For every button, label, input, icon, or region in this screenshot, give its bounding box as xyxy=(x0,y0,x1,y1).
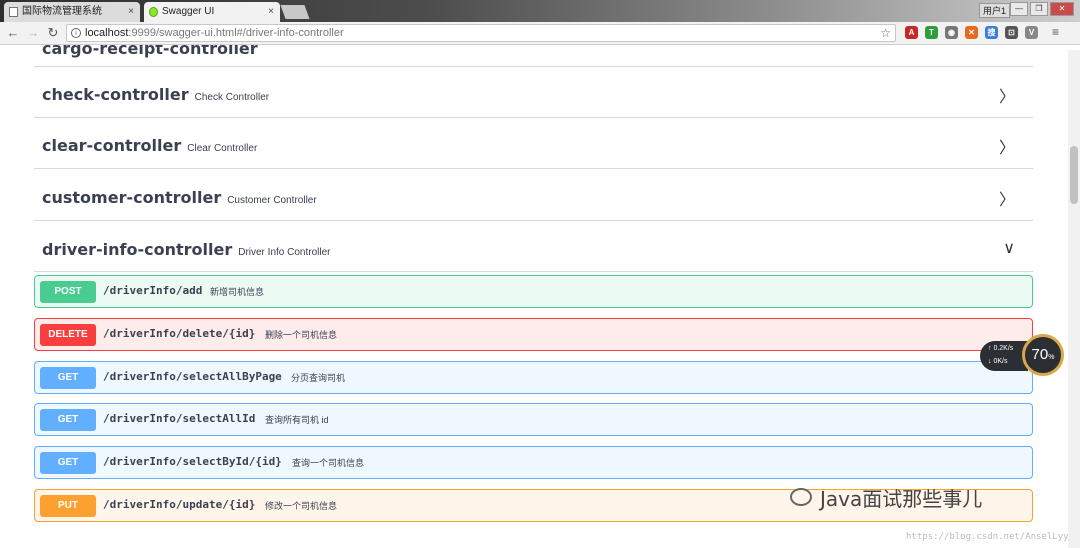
method-badge: GET xyxy=(40,452,96,474)
speed-gauge[interactable]: 70% xyxy=(1022,334,1064,376)
controller-desc: Driver Info Controller xyxy=(238,247,331,258)
back-button[interactable]: ← xyxy=(6,25,20,41)
new-tab-button[interactable] xyxy=(280,5,310,19)
tab-title: Swagger UI xyxy=(162,6,215,17)
controller-name: cargo-receipt-controller xyxy=(42,45,258,58)
operation-summary: 删除一个司机信息 xyxy=(265,330,338,340)
menu-icon[interactable]: ≡ xyxy=(1049,26,1062,39)
chevron-right-icon[interactable]: 〉 xyxy=(999,186,1015,210)
operation-path: /driverInfo/selectAllId xyxy=(103,412,256,425)
bookmark-star-icon[interactable]: ☆ xyxy=(880,25,891,41)
operation-path: /driverInfo/selectAllByPage xyxy=(103,370,282,383)
operation-get-select-by-id[interactable]: GET /driverInfo/selectById/{id} 查询一个司机信息 xyxy=(34,446,1033,479)
controller-clear[interactable]: clear-controller Clear Controller 〉 xyxy=(34,118,1033,169)
operation-get-select-all-by-page[interactable]: GET /driverInfo/selectAllByPage 分页查询司机 xyxy=(34,361,1033,394)
download-speed: ↓ 0K/s xyxy=(988,358,1008,365)
operation-summary: 查询一个司机信息 xyxy=(292,458,365,468)
browser-tab-bar: 国际物流管理系统 × Swagger UI × 用户1 — ❐ ✕ xyxy=(0,0,1080,22)
operation-summary: 查询所有司机 id xyxy=(265,415,329,425)
method-badge: POST xyxy=(40,281,96,303)
maximize-button[interactable]: ❐ xyxy=(1030,2,1048,16)
search-extension-icon[interactable]: 搜 xyxy=(985,26,998,39)
operation-summary: 新增司机信息 xyxy=(210,287,265,297)
controller-check[interactable]: check-controller Check Controller 〉 xyxy=(34,67,1033,118)
controller-desc: Customer Controller xyxy=(227,195,317,206)
screenshot-extension-icon[interactable]: ⊡ xyxy=(1005,26,1018,39)
circle-extension-icon[interactable]: ◉ xyxy=(945,26,958,39)
close-tab-icon[interactable]: × xyxy=(268,2,274,22)
wechat-icon xyxy=(790,488,812,506)
controller-driver-info[interactable]: driver-info-controller Driver Info Contro… xyxy=(34,221,1033,272)
watermark-url: https://blog.csdn.net/AnselLyy xyxy=(906,532,1069,542)
swagger-icon xyxy=(149,7,158,17)
operation-path: /driverInfo/selectById/{id} xyxy=(103,455,282,468)
url-host: localhost xyxy=(85,27,129,39)
vue-extension-icon[interactable]: V xyxy=(1025,26,1038,39)
operation-delete[interactable]: DELETE /driverInfo/delete/{id} 删除一个司机信息 xyxy=(34,318,1033,351)
info-icon[interactable]: i xyxy=(71,28,81,38)
blocker-extension-icon[interactable]: ✕ xyxy=(965,26,978,39)
chevron-down-icon[interactable]: ∨ xyxy=(1003,238,1015,258)
watermark-text: Java面试那些事儿 xyxy=(820,487,983,511)
operation-summary: 修改一个司机信息 xyxy=(265,501,338,511)
user-label[interactable]: 用户1 xyxy=(978,3,1010,18)
forward-button[interactable]: → xyxy=(26,25,40,41)
page-scrollbar[interactable] xyxy=(1068,50,1080,548)
operation-post-add[interactable]: POST /driverInfo/add 新增司机信息 xyxy=(34,275,1033,308)
tab-logistics[interactable]: 国际物流管理系统 × xyxy=(4,2,140,22)
controller-desc: Check Controller xyxy=(194,92,270,103)
url-path: :9999/swagger-ui.html#/driver-info-contr… xyxy=(128,27,344,39)
operation-path: /driverInfo/add xyxy=(103,284,203,297)
method-badge: DELETE xyxy=(40,324,96,346)
chevron-right-icon[interactable]: 〉 xyxy=(999,83,1015,107)
close-window-button[interactable]: ✕ xyxy=(1050,2,1074,16)
controller-customer[interactable]: customer-controller Customer Controller 〉 xyxy=(34,169,1033,221)
pdf-extension-icon[interactable]: A xyxy=(905,26,918,39)
method-badge: GET xyxy=(40,367,96,389)
minimize-button[interactable]: — xyxy=(1010,2,1028,16)
controller-desc: Clear Controller xyxy=(187,143,258,154)
close-tab-icon[interactable]: × xyxy=(128,2,134,22)
operation-path: /driverInfo/delete/{id} xyxy=(103,327,256,340)
controller-name: driver-info-controller xyxy=(42,240,233,259)
chevron-right-icon[interactable]: 〉 xyxy=(999,134,1015,158)
operation-get-select-all-id[interactable]: GET /driverInfo/selectAllId 查询所有司机 id xyxy=(34,403,1033,436)
gauge-percent: 70 xyxy=(1031,346,1049,363)
gauge-unit: % xyxy=(1048,354,1055,361)
window-controls: — ❐ ✕ xyxy=(1010,2,1074,16)
controller-cargo-receipt[interactable]: cargo-receipt-controller xyxy=(34,45,1033,67)
method-badge: PUT xyxy=(40,495,96,517)
operation-path: /driverInfo/update/{id} xyxy=(103,498,256,511)
network-speed-widget: ↑ 0.2K/s ↓ 0K/s xyxy=(980,341,1028,371)
browser-toolbar: ← → ↻ i localhost:9999/swagger-ui.html#/… xyxy=(0,22,1080,45)
swagger-page: cargo-receipt-controller check-controlle… xyxy=(0,45,1080,548)
scroll-thumb[interactable] xyxy=(1070,146,1078,204)
controller-name: check-controller xyxy=(42,85,189,104)
reload-button[interactable]: ↻ xyxy=(46,25,60,41)
tab-swagger[interactable]: Swagger UI × xyxy=(144,2,280,22)
operation-summary: 分页查询司机 xyxy=(291,373,346,383)
tab-title: 国际物流管理系统 xyxy=(22,6,102,17)
controller-name: customer-controller xyxy=(42,188,222,207)
controller-name: clear-controller xyxy=(42,136,182,155)
page-icon xyxy=(9,7,18,17)
upload-speed: ↑ 0.2K/s xyxy=(988,345,1014,352)
method-badge: GET xyxy=(40,409,96,431)
address-bar[interactable]: i localhost:9999/swagger-ui.html#/driver… xyxy=(66,24,896,42)
translate-extension-icon[interactable]: T xyxy=(925,26,938,39)
